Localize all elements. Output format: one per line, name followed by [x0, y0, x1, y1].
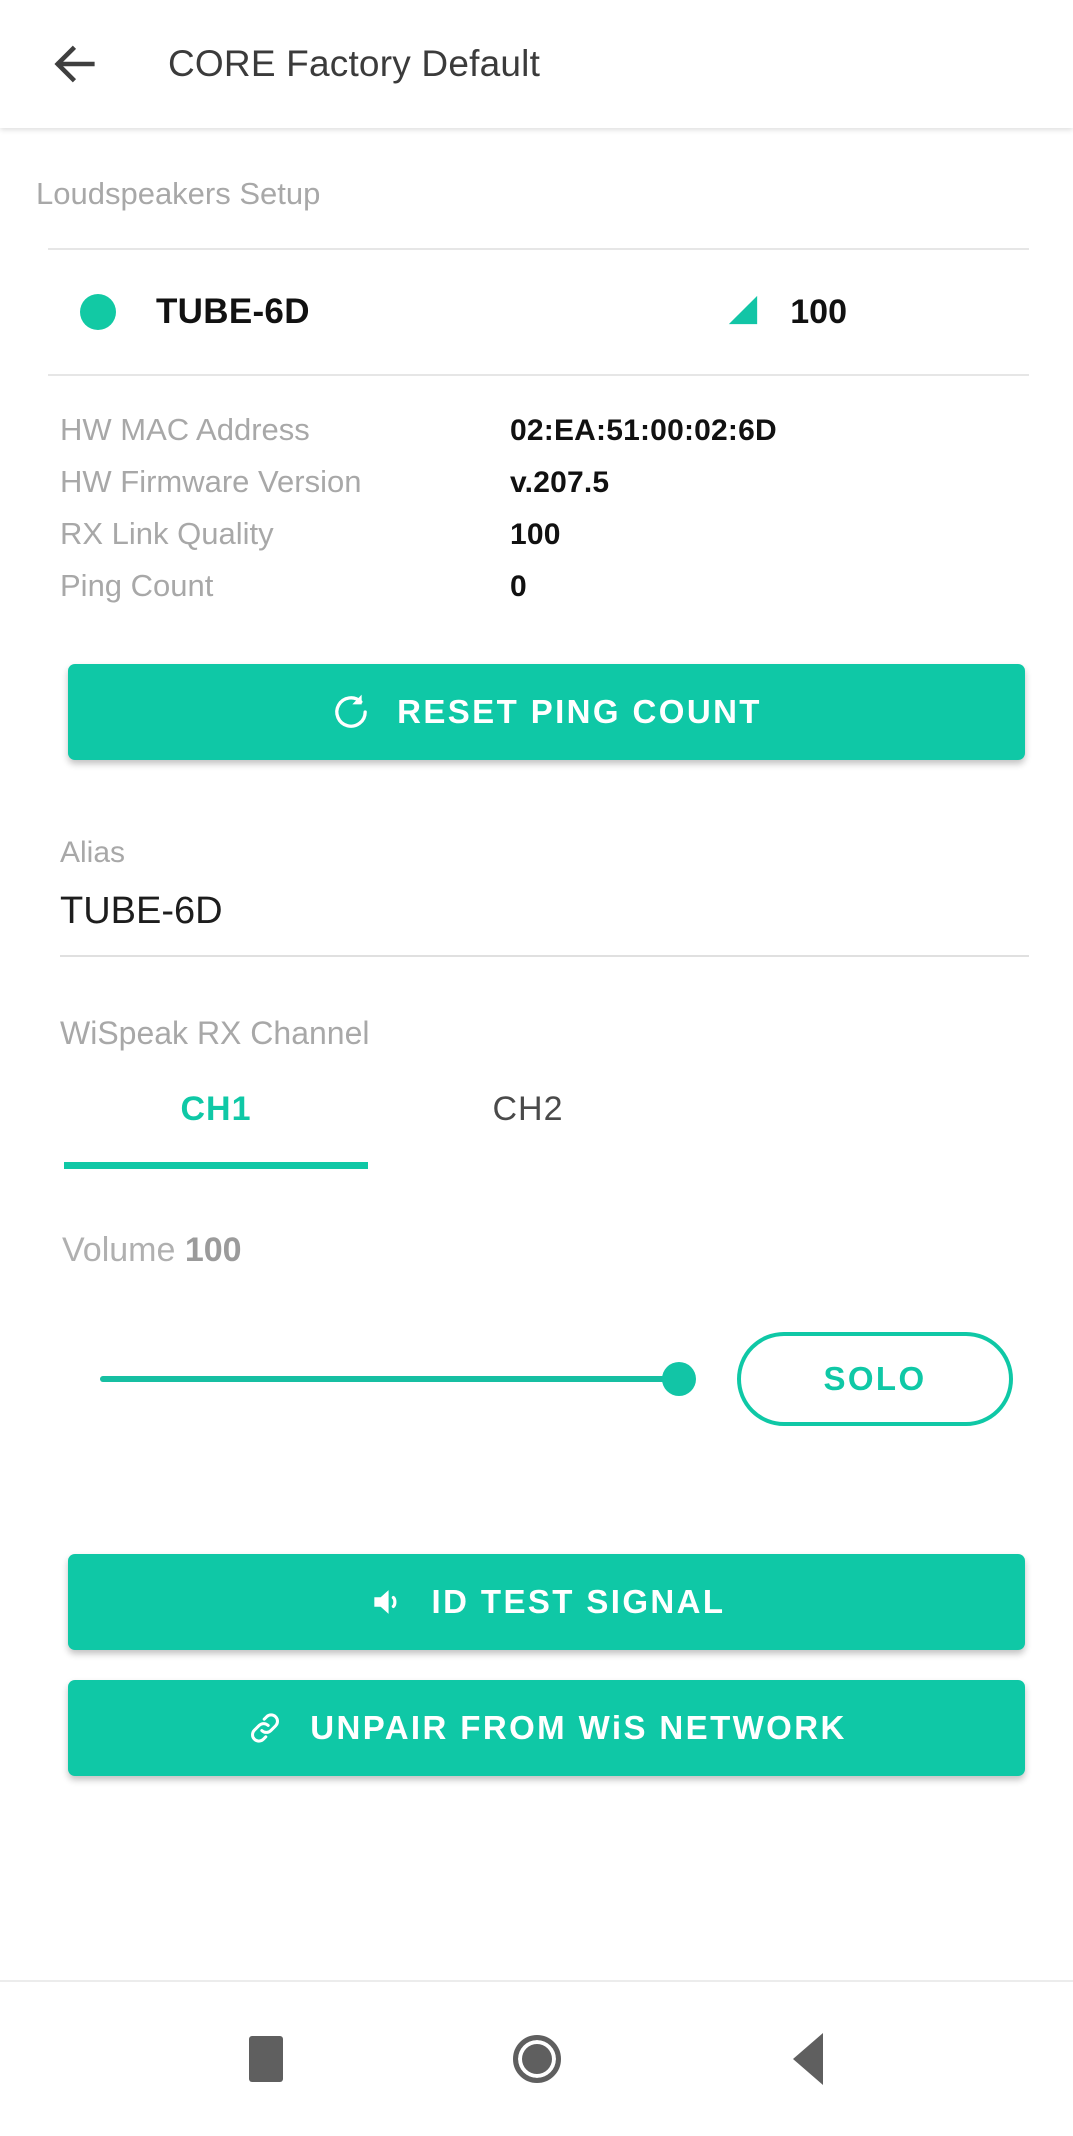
tab-ch2-label: CH2 [492, 1090, 564, 1128]
solo-button-label: SOLO [823, 1360, 927, 1397]
rx-channel-tabs: CH1 CH2 [60, 1090, 1073, 1169]
android-nav-bar [0, 1980, 1073, 2136]
info-value: 02:EA:51:00:02:6D [510, 414, 777, 447]
unpair-label: UNPAIR FROM WiS NETWORK [310, 1709, 847, 1746]
reset-ping-count-label: RESET PING COUNT [397, 693, 762, 730]
app-screen: CORE Factory Default Loudspeakers Setup … [0, 0, 1073, 2136]
section-label: Loudspeakers Setup [36, 176, 321, 211]
device-row[interactable]: TUBE-6D 100 [48, 250, 1029, 374]
alias-label: Alias [60, 836, 126, 869]
back-nav-button[interactable] [753, 2004, 863, 2114]
volume-label-row: Volume 100 [62, 1231, 1073, 1270]
device-signal-group: 100 [726, 293, 1007, 332]
info-key: Ping Count [60, 568, 214, 603]
alias-field-block: Alias [60, 836, 1029, 957]
device-info-table: HW MAC Address 02:EA:51:00:02:6D HW Firm… [60, 412, 1073, 620]
circle-home-icon [512, 2035, 561, 2083]
device-name: TUBE-6D [156, 292, 310, 331]
signal-strength-icon [726, 293, 760, 332]
recents-button[interactable] [211, 2004, 321, 2114]
tab-ch1[interactable]: CH1 [60, 1090, 372, 1169]
info-value: 100 [510, 518, 561, 551]
unpair-button[interactable]: UNPAIR FROM WiS NETWORK [68, 1680, 1025, 1776]
reset-ping-count-button[interactable]: RESET PING COUNT [68, 664, 1025, 760]
speaker-icon [368, 1583, 406, 1621]
triangle-back-icon [792, 2033, 823, 2085]
volume-slider-row: SOLO [100, 1332, 1013, 1426]
device-card: TUBE-6D 100 [48, 248, 1029, 376]
back-button[interactable] [36, 25, 114, 103]
solo-button[interactable]: SOLO [737, 1332, 1013, 1426]
id-test-signal-wrapper: ID TEST SIGNAL [68, 1554, 1025, 1650]
refresh-icon [331, 692, 371, 732]
info-key: HW MAC Address [60, 412, 310, 447]
page-title: CORE Factory Default [168, 43, 541, 84]
link-icon [246, 1709, 284, 1747]
volume-value: 100 [184, 1231, 242, 1269]
content-area: Loudspeakers Setup TUBE-6D 100 HW MAC Ad… [0, 128, 1073, 1980]
rx-channel-label: WiSpeak RX Channel [60, 1015, 370, 1051]
info-value: v.207.5 [510, 466, 610, 499]
square-recents-icon [248, 2036, 283, 2082]
info-key: HW Firmware Version [60, 464, 362, 499]
status-dot-icon [80, 294, 116, 330]
slider-thumb[interactable] [662, 1362, 696, 1396]
info-row: Ping Count 0 [60, 568, 1073, 620]
volume-label: Volume [62, 1231, 176, 1269]
tab-ch1-label: CH1 [180, 1090, 252, 1128]
info-value: 0 [510, 570, 527, 603]
unpair-wrapper: UNPAIR FROM WiS NETWORK [68, 1680, 1025, 1776]
slider-fill [100, 1376, 679, 1382]
reset-ping-count-wrapper: RESET PING COUNT [68, 664, 1025, 760]
id-test-signal-button[interactable]: ID TEST SIGNAL [68, 1554, 1025, 1650]
device-signal-value: 100 [790, 292, 847, 331]
info-row: HW MAC Address 02:EA:51:00:02:6D [60, 412, 1073, 464]
alias-input[interactable] [60, 890, 1029, 933]
volume-slider[interactable] [100, 1353, 696, 1405]
info-row: RX Link Quality 100 [60, 516, 1073, 568]
info-row: HW Firmware Version v.207.5 [60, 464, 1073, 516]
tab-ch2[interactable]: CH2 [372, 1090, 684, 1169]
info-key: RX Link Quality [60, 516, 274, 551]
arrow-left-icon [49, 38, 101, 90]
id-test-signal-label: ID TEST SIGNAL [431, 1583, 726, 1620]
home-button[interactable] [482, 2004, 592, 2114]
app-bar: CORE Factory Default [0, 0, 1073, 128]
